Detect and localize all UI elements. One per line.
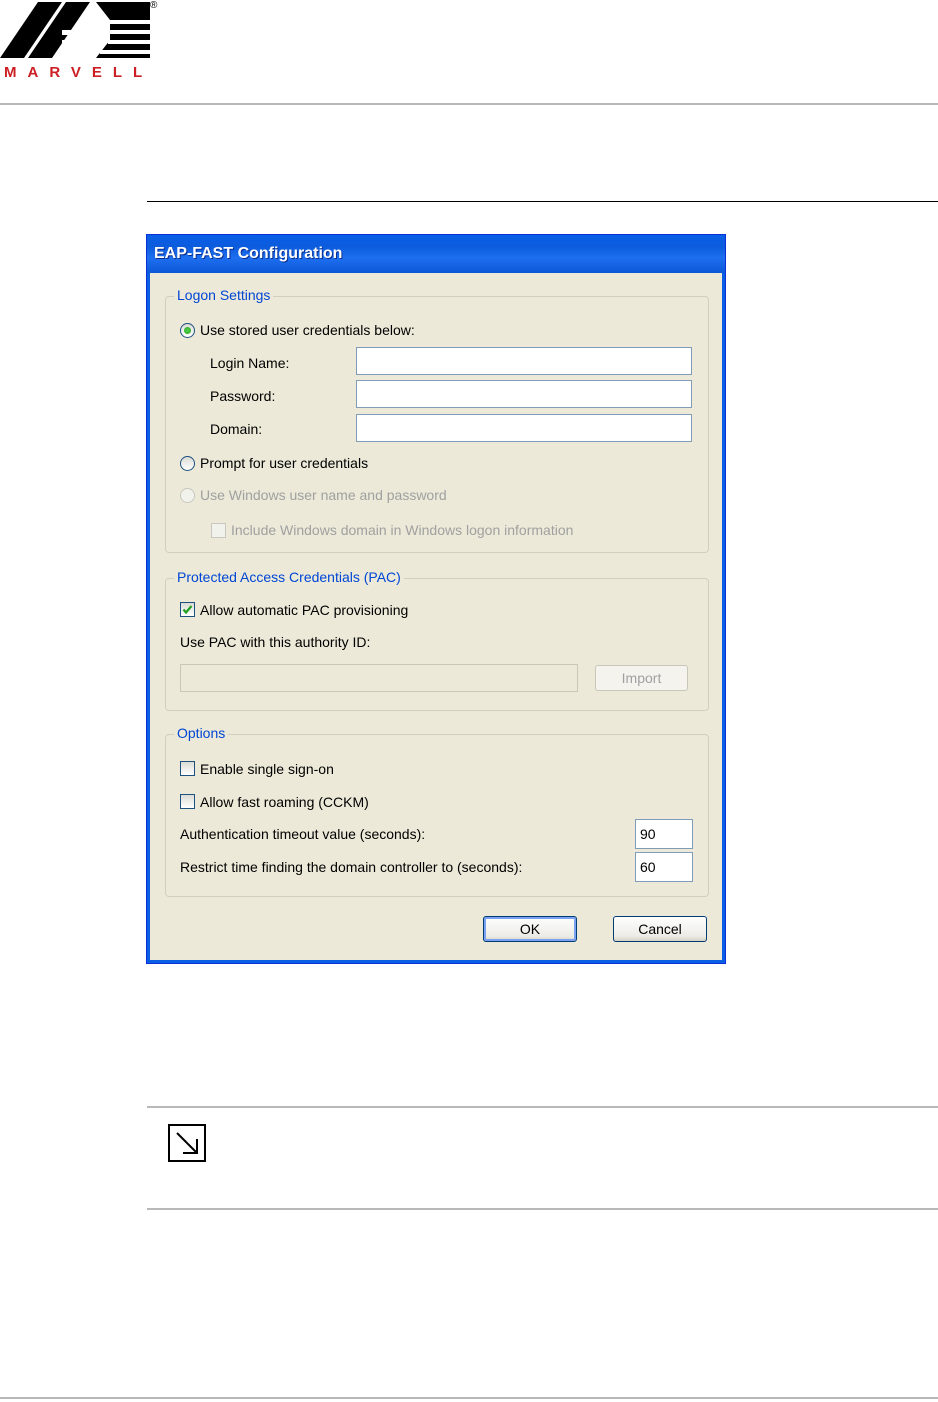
single-sign-on-checkbox[interactable] <box>180 761 195 776</box>
options-legend: Options <box>174 725 229 741</box>
cancel-button[interactable]: Cancel <box>613 916 707 942</box>
auth-timeout-label: Authentication timeout value (seconds): <box>180 826 426 842</box>
login-name-label: Login Name: <box>210 355 290 371</box>
restrict-time-label: Restrict time finding the domain control… <box>180 859 523 875</box>
section-rule <box>147 201 938 202</box>
auto-pac-label[interactable]: Allow automatic PAC provisioning <box>200 602 408 618</box>
windows-credentials-radio[interactable] <box>180 488 195 503</box>
dialog-title: EAP-FAST Configuration <box>154 245 343 262</box>
authority-id-input[interactable] <box>180 664 578 692</box>
stored-credentials-label[interactable]: Use stored user credentials below: <box>200 322 415 338</box>
auto-pac-checkbox[interactable] <box>180 602 195 617</box>
note-top-rule <box>147 1106 938 1108</box>
note-bottom-rule <box>147 1208 938 1210</box>
domain-input[interactable] <box>356 414 692 442</box>
footer-rule <box>0 1397 938 1399</box>
window-frame-left <box>147 273 150 963</box>
header-rule <box>0 103 938 105</box>
prompt-credentials-label[interactable]: Prompt for user credentials <box>200 455 368 471</box>
prompt-credentials-radio[interactable] <box>180 456 195 471</box>
fast-roaming-label[interactable]: Allow fast roaming (CCKM) <box>200 794 369 810</box>
fast-roaming-checkbox[interactable] <box>180 794 195 809</box>
single-sign-on-label[interactable]: Enable single sign-on <box>200 761 334 777</box>
window-frame-bottom <box>147 960 725 963</box>
note-arrow-icon <box>168 1124 206 1162</box>
restrict-time-input[interactable] <box>635 852 693 882</box>
domain-label: Domain: <box>210 421 263 437</box>
include-domain-label[interactable]: Include Windows domain in Windows logon … <box>231 522 573 538</box>
checkmark-icon <box>182 605 193 615</box>
include-domain-checkbox[interactable] <box>211 523 226 538</box>
windows-credentials-label[interactable]: Use Windows user name and password <box>200 487 447 503</box>
import-button[interactable]: Import <box>595 665 688 691</box>
login-name-input[interactable] <box>356 347 692 375</box>
stored-credentials-radio[interactable] <box>180 323 195 338</box>
radio-selected-dot <box>184 327 191 334</box>
auth-timeout-input[interactable] <box>635 819 693 849</box>
password-label: Password: <box>210 388 276 404</box>
marvell-wordmark: MARVELL <box>4 64 154 81</box>
pac-legend: Protected Access Credentials (PAC) <box>174 569 404 585</box>
password-input[interactable] <box>356 380 692 408</box>
eap-fast-dialog: EAP-FAST Configuration Logon Settings Us… <box>146 234 726 964</box>
window-frame-right <box>722 273 725 963</box>
title-bar[interactable]: EAP-FAST Configuration <box>147 235 725 273</box>
ok-button[interactable]: OK <box>483 916 577 942</box>
registered-mark: ® <box>150 0 158 11</box>
authority-id-label: Use PAC with this authority ID: <box>180 634 371 650</box>
logon-settings-legend: Logon Settings <box>174 287 274 303</box>
